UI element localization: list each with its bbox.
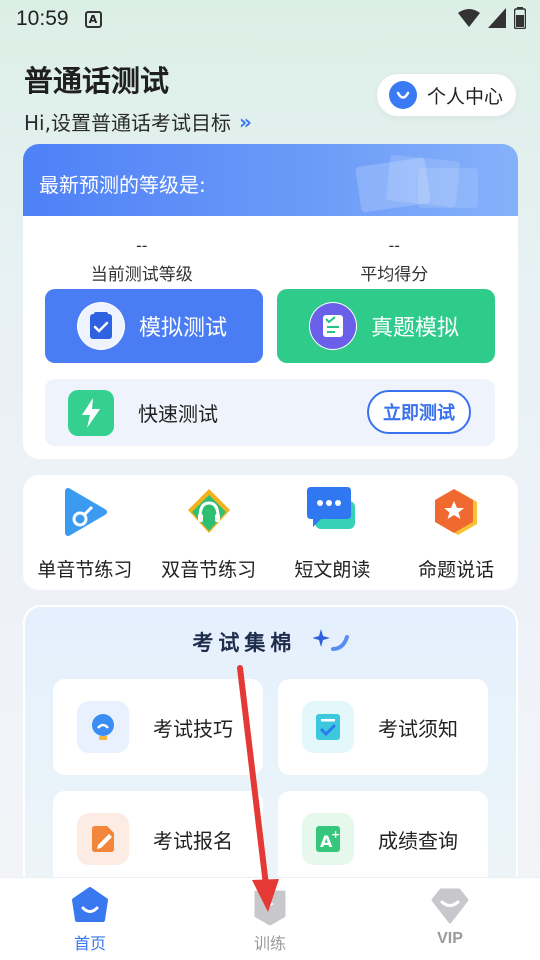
- quick-test-row: 快速测试 立即测试: [45, 379, 495, 446]
- battery-icon: [514, 7, 526, 29]
- play-icon: [58, 485, 112, 539]
- goal-link[interactable]: Hi,设置普通话考试目标 »: [24, 107, 252, 136]
- exam-tile-label: 考试须知: [378, 716, 458, 741]
- exam-collection-title-text: 考试集棉: [192, 631, 297, 655]
- double-chevron-right-icon: »: [238, 109, 252, 134]
- signal-icon: [488, 8, 506, 28]
- stat-value: --: [135, 236, 148, 255]
- mock-test-label: 模拟测试: [139, 316, 228, 341]
- stat-current-level: -- 当前测试等级: [23, 236, 271, 285]
- status-bar: 10:59 A: [0, 0, 540, 38]
- headphone-icon: [182, 485, 236, 539]
- start-test-button[interactable]: 立即测试: [367, 390, 471, 434]
- star-icon: [429, 485, 483, 539]
- clipboard-check-icon: [77, 302, 125, 350]
- exam-tile-label: 考试报名: [153, 828, 233, 853]
- passage-reading-practice[interactable]: 短文朗读: [271, 475, 395, 590]
- stat-average-score: -- 平均得分: [271, 236, 519, 285]
- exam-tile-label: 成绩查询: [378, 828, 458, 853]
- exam-notice-tile[interactable]: 考试须知: [278, 679, 488, 775]
- vip-icon: [431, 888, 469, 924]
- nav-label: 训练: [253, 934, 286, 953]
- prediction-heading: 最新预测的等级是:: [39, 173, 206, 197]
- exam-collection-title: 考试集棉: [25, 627, 520, 657]
- mock-test-button[interactable]: 模拟测试: [45, 289, 263, 363]
- edit-icon: [77, 813, 129, 865]
- personal-center-label: 个人中心: [427, 85, 504, 108]
- svg-text:+: +: [331, 828, 340, 841]
- quick-test-label: 快速测试: [138, 402, 218, 426]
- home-icon: [72, 887, 108, 922]
- exam-registration-tile[interactable]: 考试报名: [53, 791, 263, 887]
- checklist-icon: [302, 701, 354, 753]
- practice-grid: 单音节练习 双音节练习 短文朗读 命题说话: [23, 475, 518, 590]
- real-mock-button[interactable]: 真题模拟: [277, 289, 495, 363]
- exam-collection-card: 考试集棉 考试技巧 考试须知 考试报名 A + 成绩查询: [23, 605, 518, 905]
- goal-link-label: Hi,设置普通话考试目标: [24, 111, 231, 135]
- prediction-stats: -- 当前测试等级 -- 平均得分: [23, 236, 518, 285]
- training-icon: [254, 890, 286, 926]
- practice-label: 命题说话: [418, 559, 495, 581]
- personal-center-button[interactable]: 个人中心: [376, 73, 517, 117]
- nav-vip[interactable]: VIP: [360, 878, 540, 960]
- exam-tips-tile[interactable]: 考试技巧: [53, 679, 263, 775]
- exam-tile-label: 考试技巧: [153, 716, 233, 741]
- real-mock-label: 真题模拟: [371, 316, 460, 341]
- status-icons: [458, 7, 526, 29]
- practice-label: 短文朗读: [294, 559, 371, 581]
- prediction-card: 最新预测的等级是: -- 当前测试等级 -- 平均得分 模拟测试 真题模拟 快速…: [23, 144, 518, 459]
- papers-illustration-icon: [355, 154, 478, 212]
- stat-value: --: [388, 236, 401, 255]
- nav-training[interactable]: 训练: [180, 878, 360, 960]
- practice-label: 双音节练习: [161, 559, 257, 581]
- nav-label: 首页: [73, 934, 106, 953]
- lightning-icon: [68, 389, 114, 436]
- chat-icon: [305, 485, 359, 539]
- single-syllable-practice[interactable]: 单音节练习: [23, 475, 147, 590]
- prediction-header: 最新预测的等级是:: [23, 144, 518, 216]
- topic-speaking-practice[interactable]: 命题说话: [394, 475, 518, 590]
- stat-label: 当前测试等级: [90, 265, 193, 285]
- status-time: 10:59: [16, 7, 69, 30]
- nav-home[interactable]: 首页: [0, 878, 180, 960]
- smile-icon: [389, 81, 417, 109]
- grade-icon: A +: [302, 813, 354, 865]
- page-title: 普通话测试: [24, 64, 170, 98]
- bottom-nav: 首页 训练 VIP: [0, 877, 540, 960]
- sparkle-icon: [311, 629, 349, 651]
- score-query-tile[interactable]: A + 成绩查询: [278, 791, 488, 887]
- wifi-icon: [458, 9, 480, 27]
- stat-label: 平均得分: [360, 265, 429, 285]
- double-syllable-practice[interactable]: 双音节练习: [147, 475, 271, 590]
- a-icon: A: [84, 10, 102, 28]
- nav-label: VIP: [437, 930, 463, 947]
- practice-label: 单音节练习: [37, 559, 133, 581]
- lightbulb-icon: [77, 701, 129, 753]
- paper-check-icon: [309, 302, 357, 350]
